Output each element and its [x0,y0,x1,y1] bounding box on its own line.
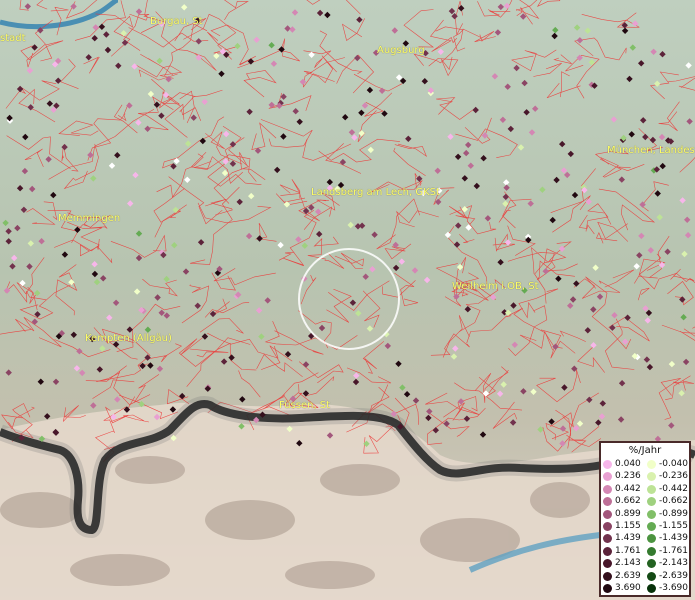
legend-value-positive: 1.761 [615,545,641,556]
legend-swatch-positive [603,546,612,556]
legend-value-negative: -0.442 [659,483,689,494]
legend-swatch-positive [603,584,612,593]
legend-swatch-negative [647,509,656,519]
legend-value-positive: 2.639 [615,570,641,581]
legend-swatch-negative [647,460,656,469]
city-label: stadt [0,33,26,44]
legend: %/Jahr 0.040 -0.040 0.236 -0.236 0.442 -0.442… [599,441,691,597]
legend-swatch-negative [647,472,656,482]
legend-swatch-negative [647,571,656,581]
legend-swatch-positive [603,509,612,519]
legend-value-positive: 0.899 [615,508,641,519]
legend-row: 3.690 -3.690 [603,583,689,594]
legend-value-positive: 1.155 [615,521,641,531]
legend-value-negative: -0.899 [659,508,689,519]
legend-value-positive: 2.143 [615,558,641,569]
legend-value-positive: 0.236 [615,471,641,482]
legend-row: 0.662 -0.662 [603,496,689,507]
legend-value-negative: -0.662 [659,496,689,507]
legend-swatch-positive [603,497,612,507]
legend-value-negative: -1.761 [659,545,689,556]
legend-row: 0.236 -0.236 [603,471,689,482]
city-label: Burgau, St [150,16,203,27]
legend-swatch-negative [647,497,656,507]
legend-value-negative: -1.439 [659,533,689,544]
legend-value-negative: -0.040 [659,459,689,469]
city-label: Augsburg [377,45,425,56]
city-label: München, Landes [607,145,695,156]
legend-swatch-negative [647,534,656,544]
legend-swatch-negative [647,584,656,593]
legend-swatch-positive [603,571,612,581]
legend-swatch-positive [603,484,612,494]
city-label: Landsberg am Lech, GKSt [311,187,440,198]
city-label: Weilheim i.OB, St [452,281,539,292]
map-canvas[interactable] [0,0,695,600]
legend-value-negative: -1.155 [659,521,689,531]
legend-value-positive: 0.442 [615,483,641,494]
legend-swatch-negative [647,546,656,556]
legend-value-negative: -0.236 [659,471,689,482]
legend-row: 1.439 -1.439 [603,533,689,544]
legend-swatch-positive [603,522,612,531]
legend-value-positive: 1.439 [615,533,641,544]
legend-row: 1.155 -1.155 [603,521,689,532]
legend-value-positive: 3.690 [615,583,641,593]
legend-row: 1.761 -1.761 [603,546,689,557]
legend-title: %/Jahr [628,445,662,456]
legend-row: 0.040 -0.040 [603,459,689,470]
legend-swatch-positive [603,534,612,544]
legend-value-negative: -3.690 [659,583,689,593]
legend-swatch-negative [647,559,656,569]
city-label: Kempten (Allgäu) [85,333,172,344]
legend-value-positive: 0.040 [615,459,641,469]
legend-value-positive: 0.662 [615,496,641,507]
city-label: Memmingen [58,213,121,224]
city-label: Füssen, St [279,400,331,411]
legend-row: 2.143 -2.143 [603,558,689,569]
legend-value-negative: -2.143 [659,558,689,569]
legend-row: 0.442 -0.442 [603,484,689,495]
legend-swatch-negative [647,484,656,494]
legend-swatch-positive [603,472,612,482]
legend-swatch-positive [603,559,612,569]
legend-swatch-negative [647,522,656,531]
legend-swatch-positive [603,460,612,469]
legend-value-negative: -2.639 [659,570,689,581]
legend-row: 2.639 -2.639 [603,571,689,582]
legend-row: 0.899 -0.899 [603,509,689,520]
